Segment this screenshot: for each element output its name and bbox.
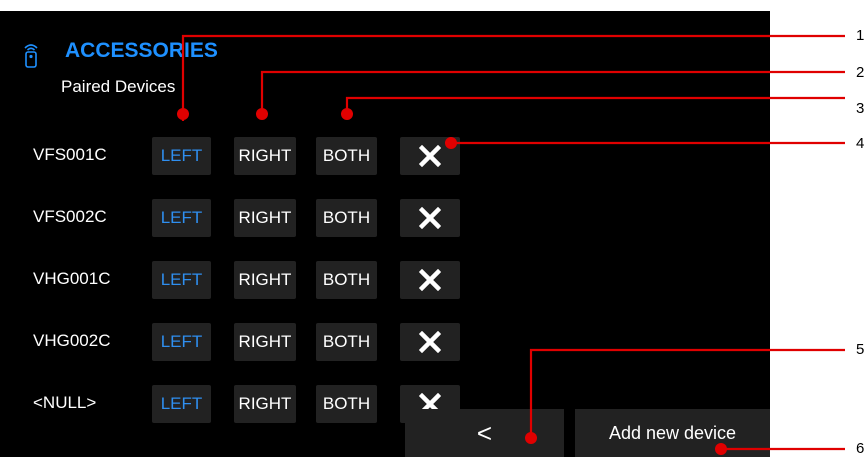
left-button[interactable]: LEFT (152, 323, 211, 361)
right-button[interactable]: RIGHT (234, 323, 296, 361)
both-button[interactable]: BOTH (316, 385, 377, 423)
right-button[interactable]: RIGHT (234, 385, 296, 423)
page-title: ACCESSORIES (65, 39, 218, 62)
add-new-device-button[interactable]: Add new device (575, 409, 770, 457)
right-button[interactable]: RIGHT (234, 199, 296, 237)
callout-number: 3 (856, 100, 865, 117)
device-row: VHG001C LEFT RIGHT BOTH (0, 261, 770, 299)
both-button[interactable]: BOTH (316, 261, 377, 299)
page-subtitle: Paired Devices (61, 77, 176, 96)
close-icon (419, 145, 441, 167)
callout-number: 1 (856, 27, 865, 44)
device-name: <NULL> (33, 393, 97, 412)
device-row: VFS002C LEFT RIGHT BOTH (0, 199, 770, 237)
left-button[interactable]: LEFT (152, 261, 211, 299)
remote-icon (24, 44, 38, 68)
callout-number: 6 (856, 440, 865, 457)
delete-button[interactable] (400, 261, 460, 299)
left-button[interactable]: LEFT (152, 385, 211, 423)
back-button[interactable]: < (405, 409, 564, 457)
right-button[interactable]: RIGHT (234, 261, 296, 299)
both-button[interactable]: BOTH (316, 323, 377, 361)
right-button[interactable]: RIGHT (234, 137, 296, 175)
device-name: VHG001C (33, 269, 111, 288)
left-button[interactable]: LEFT (152, 199, 211, 237)
accessories-screen: ACCESSORIES Paired Devices VFS001C LEFT … (0, 11, 770, 457)
both-button[interactable]: BOTH (316, 199, 377, 237)
both-button[interactable]: BOTH (316, 137, 377, 175)
device-name: VFS002C (33, 207, 107, 226)
device-name: VFS001C (33, 145, 107, 164)
callout-number: 5 (856, 341, 865, 358)
close-icon (419, 331, 441, 353)
device-row: VFS001C LEFT RIGHT BOTH (0, 137, 770, 175)
close-icon (419, 207, 441, 229)
callout-number: 2 (856, 64, 865, 81)
delete-button[interactable] (400, 323, 460, 361)
delete-button[interactable] (400, 199, 460, 237)
callout-number: 4 (856, 135, 865, 152)
left-button[interactable]: LEFT (152, 137, 211, 175)
delete-button[interactable] (400, 137, 460, 175)
device-row: VHG002C LEFT RIGHT BOTH (0, 323, 770, 361)
close-icon (419, 269, 441, 291)
device-name: VHG002C (33, 331, 111, 350)
